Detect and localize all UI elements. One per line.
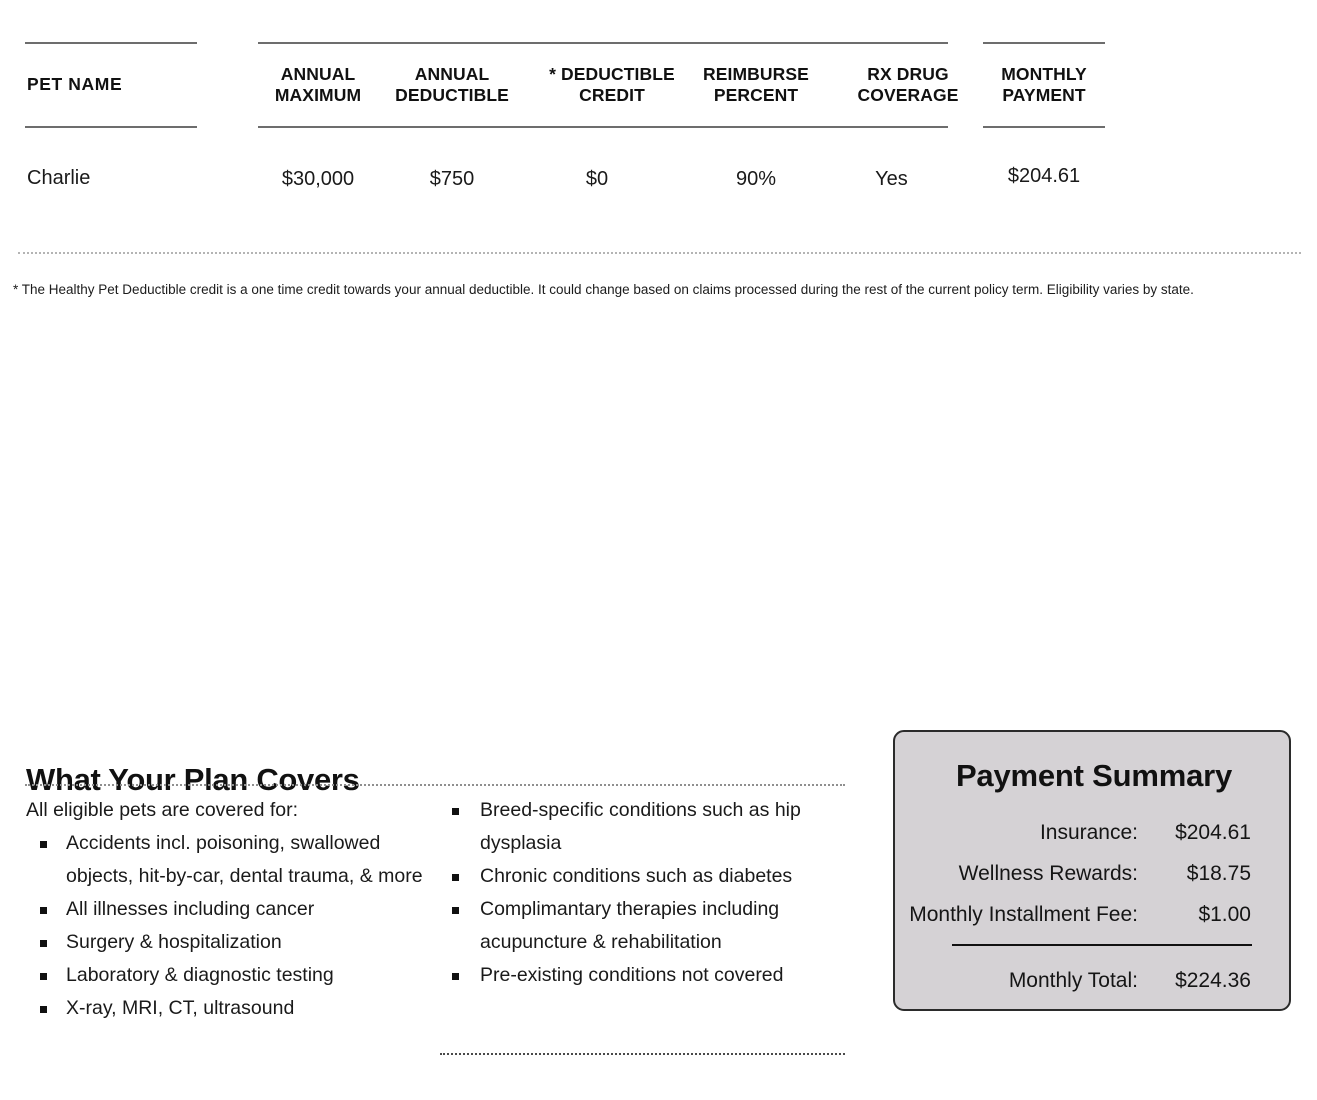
page-title-plan-covers: What Your Plan Covers bbox=[26, 761, 360, 797]
payment-summary-panel: Payment Summary Insurance: $204.61 Welln… bbox=[893, 730, 1291, 1011]
coverage-intro-text: All eligible pets are covered for: bbox=[26, 799, 299, 821]
header-rule-middle-bottom bbox=[258, 126, 948, 128]
column-header-line2: PERCENT bbox=[713, 85, 799, 105]
payment-summary-rows: Insurance: $204.61 Wellness Rewards: $18… bbox=[895, 812, 1293, 935]
column-header-line2: DEDUCTIBLE bbox=[395, 85, 509, 105]
column-header-annual-deductible: ANNUAL DEDUCTIBLE bbox=[382, 64, 522, 106]
payment-row-monthly-total: Monthly Total: $224.36 bbox=[895, 960, 1293, 1001]
payment-row-label: Monthly Installment Fee: bbox=[909, 903, 1138, 926]
cell-annual-deductible: $750 bbox=[429, 168, 475, 190]
column-header-reimburse-percent: REIMBURSE PERCENT bbox=[686, 64, 826, 106]
payment-row-installment-fee: Monthly Installment Fee: $1.00 bbox=[895, 894, 1293, 935]
column-header-annual-maximum: ANNUAL MAXIMUM bbox=[248, 64, 388, 106]
header-rule-petname-top bbox=[25, 42, 197, 44]
payment-total-label: Monthly Total: bbox=[1008, 969, 1138, 992]
column-header-line1: RX DRUG bbox=[867, 64, 949, 84]
payment-row-value: $18.75 bbox=[1186, 862, 1251, 885]
cell-annual-maximum: $30,000 bbox=[281, 168, 355, 190]
column-header-line1: ANNUAL bbox=[280, 64, 356, 84]
coverage-bottom-divider bbox=[440, 1053, 845, 1055]
payment-summary-title: Payment Summary bbox=[955, 758, 1233, 793]
cell-monthly-payment: $204.61 bbox=[1007, 165, 1081, 187]
payment-row-label: Insurance: bbox=[1039, 821, 1138, 844]
header-rule-payment-bottom bbox=[983, 126, 1105, 128]
header-rule-middle-top bbox=[258, 42, 948, 44]
column-header-line1: * DEDUCTIBLE bbox=[549, 64, 675, 84]
coverage-list-left: Accidents incl. poisoning, swallowed obj… bbox=[24, 827, 424, 1025]
payment-row-value: $204.61 bbox=[1175, 821, 1251, 844]
coverage-column-right: Breed-specific conditions such as hip dy… bbox=[440, 794, 840, 992]
list-item: Chronic conditions such as diabetes bbox=[440, 860, 840, 893]
list-item: Accidents incl. poisoning, swallowed obj… bbox=[24, 827, 424, 893]
column-header-line2: CREDIT bbox=[579, 85, 645, 105]
header-rule-petname-bottom bbox=[25, 126, 197, 128]
table-row: Charlie $30,000 $750 $0 90% Yes $204.61 bbox=[0, 162, 1317, 222]
column-header-rx-drug-coverage: RX DRUG COVERAGE bbox=[826, 64, 990, 106]
payment-row-label: Wellness Rewards: bbox=[958, 862, 1138, 885]
list-item: Pre-existing conditions not covered bbox=[440, 959, 840, 992]
list-item: All illnesses including cancer bbox=[24, 893, 424, 926]
cell-rx-drug-coverage: Yes bbox=[875, 168, 908, 190]
column-header-deductible-credit: * DEDUCTIBLE CREDIT bbox=[527, 64, 697, 106]
list-item: X-ray, MRI, CT, ultrasound bbox=[24, 992, 424, 1025]
coverage-heading-divider bbox=[25, 784, 845, 786]
payment-total-value: $224.36 bbox=[1175, 969, 1251, 992]
column-header-pet-name: PET NAME bbox=[27, 74, 123, 94]
column-header-line1: MONTHLY bbox=[1001, 64, 1087, 84]
column-header-line2: PAYMENT bbox=[1002, 85, 1086, 105]
cell-deductible-credit: $0 bbox=[585, 168, 609, 190]
payment-summary-total-divider bbox=[952, 944, 1252, 946]
table-header-row: PET NAME ANNUAL MAXIMUM ANNUAL DEDUCTIBL… bbox=[0, 42, 1317, 128]
payment-row-value: $1.00 bbox=[1198, 903, 1251, 926]
payment-row-insurance: Insurance: $204.61 bbox=[895, 812, 1293, 853]
cell-reimburse-percent: 90% bbox=[735, 168, 777, 190]
column-header-line1: REIMBURSE bbox=[703, 64, 809, 84]
cell-pet-name: Charlie bbox=[27, 167, 91, 189]
list-item: Laboratory & diagnostic testing bbox=[24, 959, 424, 992]
section-divider-dotted bbox=[18, 252, 1301, 254]
column-header-line2: COVERAGE bbox=[857, 85, 959, 105]
column-header-monthly-payment: MONTHLY PAYMENT bbox=[983, 64, 1105, 106]
coverage-column-left: All eligible pets are covered for: Accid… bbox=[24, 794, 424, 1025]
list-item: Surgery & hospitalization bbox=[24, 926, 424, 959]
coverage-list-right: Breed-specific conditions such as hip dy… bbox=[440, 794, 840, 992]
header-rule-payment-top bbox=[983, 42, 1105, 44]
payment-row-wellness-rewards: Wellness Rewards: $18.75 bbox=[895, 853, 1293, 894]
list-item: Complimantary therapies including acupun… bbox=[440, 893, 840, 959]
column-header-line2: MAXIMUM bbox=[274, 85, 362, 105]
column-header-line1: ANNUAL bbox=[414, 64, 490, 84]
list-item: Breed-specific conditions such as hip dy… bbox=[440, 794, 840, 860]
deductible-credit-footnote: * The Healthy Pet Deductible credit is a… bbox=[13, 282, 1194, 297]
